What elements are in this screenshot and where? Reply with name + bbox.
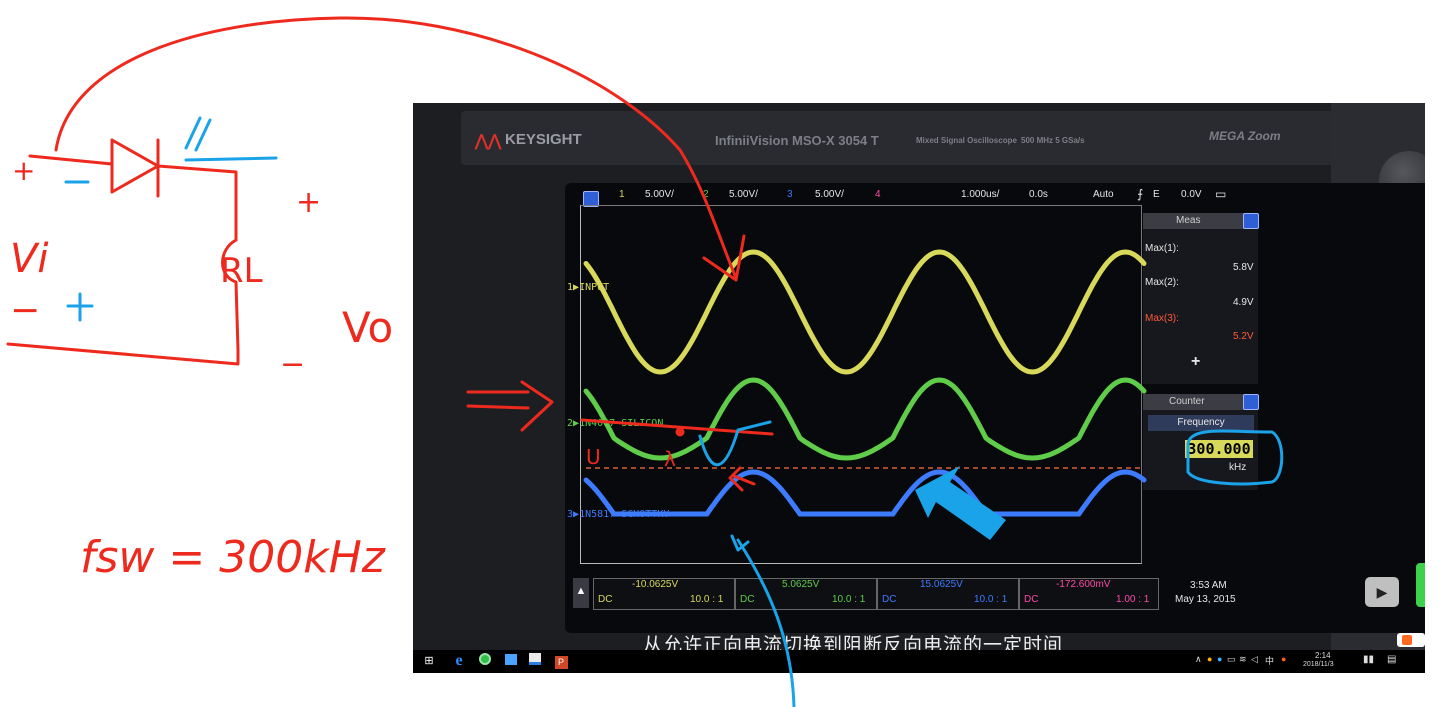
trace-label-1: 1▶INPUT <box>567 282 610 293</box>
sogou-tray-icon[interactable]: ● <box>1281 654 1286 664</box>
circuit-wire <box>6 238 240 366</box>
label-fsw: fsw = 300kHz <box>80 532 386 583</box>
channel-box-3[interactable]: 15.0625V DC 10.0 : 1 <box>877 578 1019 610</box>
windows-start-icon[interactable]: ⊞ <box>421 653 437 669</box>
side-panel: Meas Max(1): 5.8V Max(2): 4.9V Max(3): 5… <box>1143 213 1259 573</box>
meas-menu-icon[interactable] <box>1243 213 1259 229</box>
ch3-num[interactable]: 3 <box>787 189 793 200</box>
taskbar-date: 2018/11/3 <box>1303 661 1334 668</box>
meas-name-1: Max(1): <box>1145 243 1179 254</box>
label-right-plus: + <box>296 185 321 220</box>
ch4-offset: -172.600mV <box>1056 579 1111 590</box>
scope-clock-date: May 13, 2015 <box>1175 594 1236 605</box>
meas-name-3: Max(3): <box>1145 313 1179 324</box>
model-sub: Mixed Signal Oscilloscope <box>916 136 1017 145</box>
tv-play-icon[interactable]: ▶ <box>1365 577 1399 607</box>
ch2-num[interactable]: 2 <box>703 189 709 200</box>
megazoom-logo: MEGA Zoom <box>1209 129 1281 143</box>
counter-panel: Frequency 300.000 kHz <box>1143 410 1258 490</box>
frequency-button[interactable]: Frequency <box>1148 415 1254 431</box>
ch2-coupling: DC <box>740 594 755 605</box>
channel-box-4[interactable]: -172.600mV DC 1.00 : 1 <box>1019 578 1159 610</box>
taskbar-time: 2:14 <box>1315 651 1331 660</box>
tray-chart-icon[interactable]: ▮▮ <box>1363 654 1374 665</box>
trace-label-3: 3▶1N5817 SCHOTTKY <box>567 509 670 520</box>
label-right-minus: − <box>280 347 305 382</box>
meas-panel-title: Meas <box>1143 213 1259 229</box>
scope-clock-time: 3:53 AM <box>1190 580 1227 591</box>
ch1-probe: 10.0 : 1 <box>690 594 724 605</box>
notification-icon[interactable]: ▤ <box>1387 654 1396 665</box>
ch1-num[interactable]: 1 <box>619 189 625 200</box>
brand-name: KEYSIGHT <box>505 131 582 148</box>
ch4-num[interactable]: 4 <box>875 189 881 200</box>
ch2-offset: 5.0625V <box>782 579 820 590</box>
up-arrow-icon[interactable]: ▲ <box>573 578 589 608</box>
ch3-coupling: DC <box>882 594 897 605</box>
meas-value-2: 4.9V <box>1233 297 1254 308</box>
scope-bezel: ⋀⋀ KEYSIGHT InfiniiVision MSO-X 3054 T M… <box>461 111 1361 165</box>
channel-bar: ▲ -10.0625V DC 10.0 : 1 5.0625V DC 10.0 … <box>573 574 1236 612</box>
tray-app-icon-2[interactable]: ● <box>1217 654 1222 664</box>
scope-screen: 1 5.00V/ 2 5.00V/ 3 5.00V/ 4 1.000us/ 0.… <box>565 183 1425 633</box>
meas-panel: Max(1): 5.8V Max(2): 4.9V Max(3): 5.2V + <box>1143 229 1258 384</box>
ch1-coupling: DC <box>598 594 613 605</box>
label-vi: Vi <box>10 236 48 282</box>
windows-taskbar: ⊞ e P ∧ ● ● ▭ ≋ ◁ 中 ● 2:14 2018/11/3 ▮▮ … <box>413 650 1425 673</box>
ch3-probe: 10.0 : 1 <box>974 594 1008 605</box>
waveform-area[interactable]: 1▶INPUT 2▶1N4007 SILICON 3▶1N5817 SCHOTT… <box>567 205 1142 564</box>
channel-box-1[interactable]: -10.0625V DC 10.0 : 1 <box>593 578 735 610</box>
meas-value-1: 5.8V <box>1233 262 1254 273</box>
tray-wifi-icon[interactable]: ≋ <box>1239 654 1247 665</box>
trace-label-2: 2▶1N4007 SILICON <box>567 418 664 429</box>
tray-app-icon-1[interactable]: ● <box>1207 654 1212 664</box>
browser-icon[interactable] <box>477 653 493 669</box>
trigger-edge-icon: ⨍ <box>1137 187 1144 201</box>
video-frame: ⋀⋀ KEYSIGHT InfiniiVision MSO-X 3054 T M… <box>413 103 1425 673</box>
model-specs: 500 MHz 5 GSa/s <box>1021 136 1085 145</box>
ch3-scale: 5.00V/ <box>815 189 844 200</box>
label-vo: Vo <box>342 303 393 352</box>
ch1-scale: 5.00V/ <box>645 189 674 200</box>
counter-unit: kHz <box>1229 462 1247 473</box>
trigger-source: E <box>1153 189 1160 200</box>
display-icon[interactable]: ▭ <box>1215 187 1226 201</box>
channel-box-2[interactable]: 5.0625V DC 10.0 : 1 <box>735 578 877 610</box>
tray-network-icon[interactable]: ▭ <box>1227 654 1236 665</box>
store-icon[interactable] <box>503 653 519 669</box>
ch2-scale: 5.00V/ <box>729 189 758 200</box>
add-measurement-button[interactable]: + <box>1191 353 1200 371</box>
model-name: InfiniiVision MSO-X 3054 T <box>715 133 879 148</box>
counter-menu-icon[interactable] <box>1243 394 1259 410</box>
ime-indicator[interactable]: 中 <box>1265 654 1274 667</box>
counter-value: 300.000 <box>1185 440 1253 458</box>
blue-circuit-marks <box>64 116 278 322</box>
paint-icon[interactable] <box>527 653 543 669</box>
trigger-mode: Auto <box>1093 189 1114 200</box>
label-left-plus: + <box>12 154 35 187</box>
trigger-level: 0.0V <box>1181 189 1202 200</box>
counter-panel-title: Counter <box>1143 394 1259 410</box>
delay: 0.0s <box>1029 189 1048 200</box>
meas-name-2: Max(2): <box>1145 277 1179 288</box>
ch1-offset: -10.0625V <box>632 579 679 590</box>
label-left-minus: − <box>10 290 40 331</box>
ch2-probe: 10.0 : 1 <box>832 594 866 605</box>
ch4-coupling: DC <box>1024 594 1039 605</box>
timebase: 1.000us/ <box>961 189 1000 200</box>
edge-icon[interactable]: e <box>451 653 467 669</box>
diode-symbol <box>28 138 238 242</box>
ch4-probe: 1.00 : 1 <box>1116 594 1150 605</box>
tray-volume-icon[interactable]: ◁ <box>1251 654 1258 665</box>
keysight-logo-icon: ⋀⋀ <box>475 133 502 150</box>
powerpoint-icon[interactable]: P <box>553 653 569 669</box>
ch3-offset: 15.0625V <box>920 579 963 590</box>
green-side-tab[interactable] <box>1416 563 1425 607</box>
meas-value-3: 5.2V <box>1233 331 1254 342</box>
label-rl: RL <box>220 251 263 291</box>
sogou-badge-icon <box>1397 633 1425 647</box>
tray-expand-icon[interactable]: ∧ <box>1195 654 1202 665</box>
